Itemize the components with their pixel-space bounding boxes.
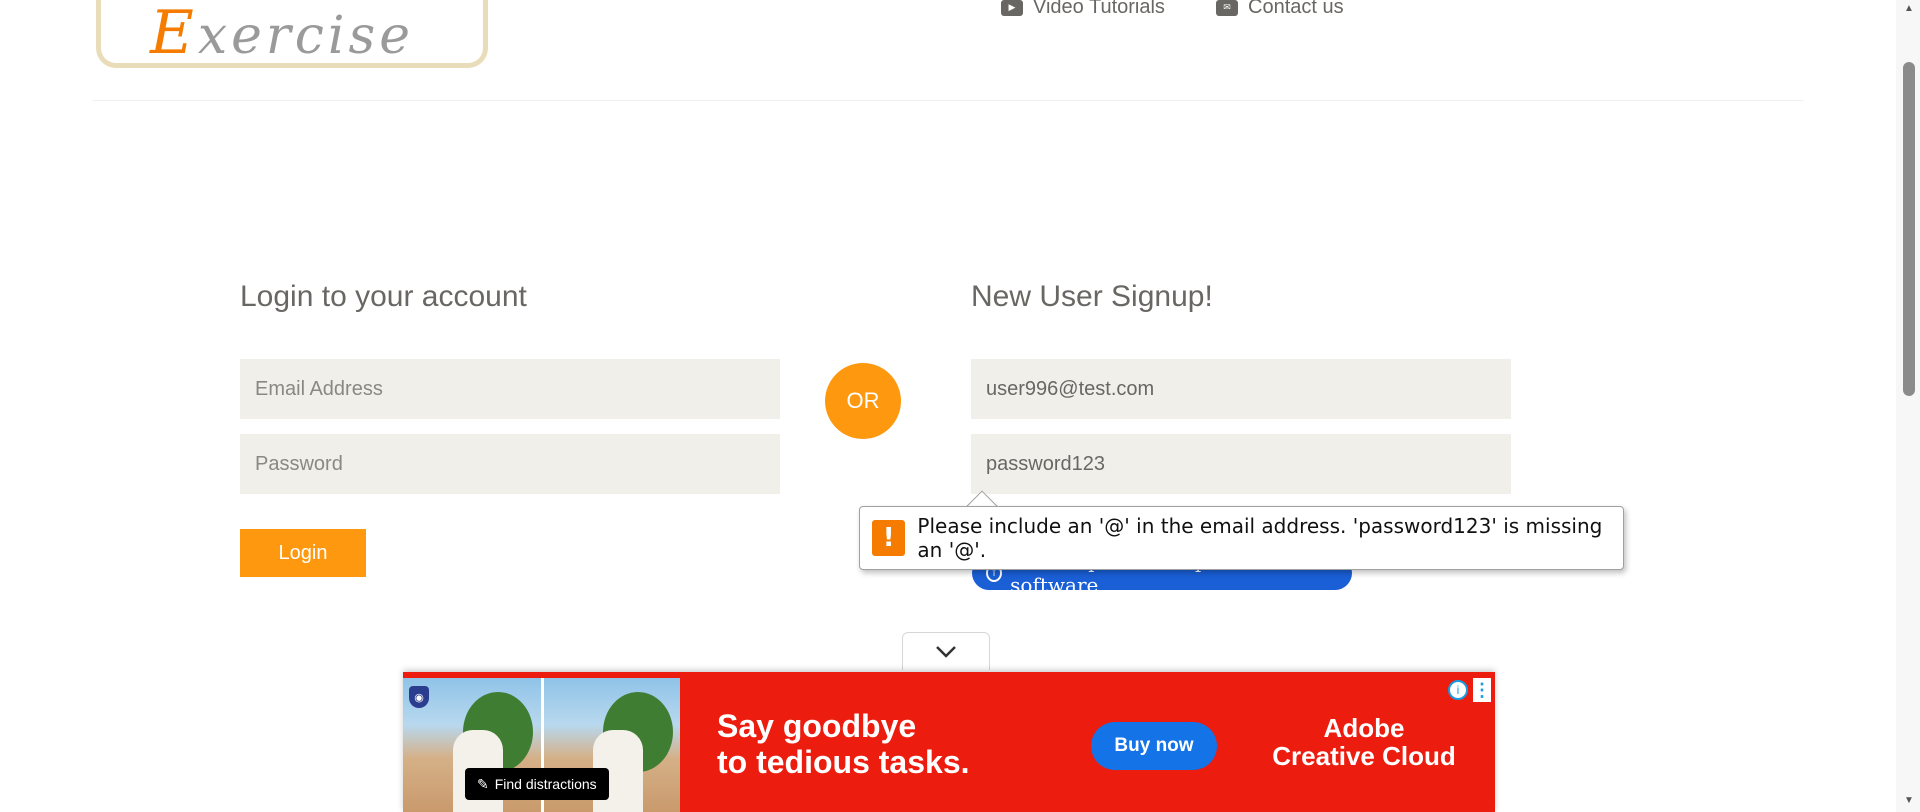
nav-video-tutorials-label: Video Tutorials	[1033, 0, 1165, 18]
nav-video-tutorials[interactable]: ▶ Video Tutorials	[1001, 0, 1165, 19]
login-button[interactable]: Login	[240, 529, 366, 577]
ad-headline-line-2: to tedious tasks.	[717, 744, 970, 780]
login-title: Login to your account	[240, 280, 527, 313]
ad-brand-line-2: Creative Cloud	[1272, 741, 1456, 771]
ad-more-options-icon[interactable]: ⋮	[1473, 678, 1491, 702]
shield-icon: ◉	[409, 686, 429, 708]
validation-tooltip: ! Please include an '@' in the email add…	[859, 506, 1624, 570]
ad-banner[interactable]: ◉ ✎ Find distractions Say goodbye to ted…	[403, 672, 1495, 812]
find-distractions-label: Find distractions	[494, 776, 597, 792]
find-distractions-button[interactable]: ✎ Find distractions	[465, 768, 609, 800]
nav-contact-us[interactable]: ✉ Contact us	[1216, 0, 1344, 19]
ad-info-icon[interactable]: i	[1448, 680, 1468, 700]
signup-title: New User Signup!	[971, 280, 1213, 313]
collapse-ad-button[interactable]	[902, 632, 990, 670]
youtube-play-icon: ▶	[1001, 0, 1023, 16]
validation-message: Please include an '@' in the email addre…	[917, 514, 1603, 562]
scroll-down-icon[interactable]: ▼	[1901, 794, 1917, 806]
login-email-input[interactable]	[240, 359, 780, 419]
ad-image: ◉ ✎ Find distractions	[403, 678, 680, 812]
envelope-icon: ✉	[1216, 0, 1238, 16]
logo-text: Exercise	[150, 0, 414, 68]
login-password-input[interactable]	[240, 434, 780, 494]
ad-brand: Adobe Creative Cloud	[1269, 714, 1459, 770]
ad-brand-line-1: Adobe	[1323, 713, 1405, 743]
chevron-down-icon	[936, 645, 956, 658]
ad-headline-line-1: Say goodbye	[717, 708, 917, 744]
ad-buy-now-button[interactable]: Buy now	[1091, 722, 1217, 770]
signup-email-input[interactable]	[971, 434, 1511, 494]
nav-contact-us-label: Contact us	[1248, 0, 1344, 18]
header-divider	[92, 100, 1804, 101]
ad-headline: Say goodbye to tedious tasks.	[717, 708, 970, 780]
signup-name-input[interactable]	[971, 359, 1511, 419]
warning-icon: !	[872, 520, 906, 556]
scrollbar-thumb[interactable]	[1903, 62, 1915, 396]
or-divider: OR	[825, 363, 901, 439]
scroll-up-icon[interactable]: ▲	[1901, 2, 1917, 14]
wand-icon: ✎	[477, 775, 489, 792]
